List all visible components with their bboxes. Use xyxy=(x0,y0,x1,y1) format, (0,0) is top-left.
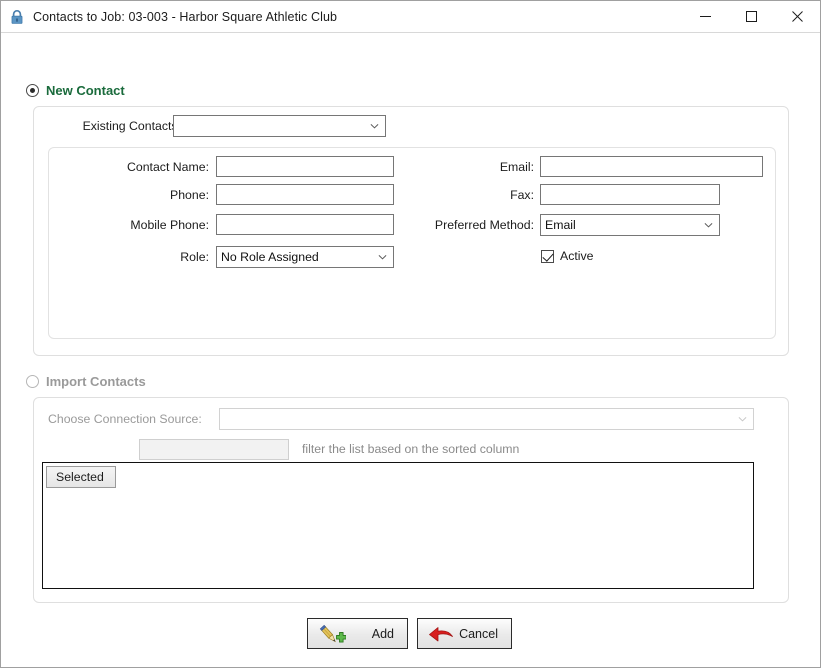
pen-add-icon xyxy=(316,623,347,645)
chevron-down-icon xyxy=(378,255,387,260)
cancel-button-label: Cancel xyxy=(459,626,498,641)
mobile-phone-input[interactable] xyxy=(216,214,394,235)
role-label: Role: xyxy=(180,250,209,264)
chevron-down-icon xyxy=(370,124,379,129)
filter-input[interactable] xyxy=(139,439,289,460)
role-value: No Role Assigned xyxy=(221,250,319,264)
chevron-down-icon xyxy=(738,417,747,422)
fax-input[interactable] xyxy=(540,184,720,205)
role-combo[interactable]: No Role Assigned xyxy=(216,246,394,268)
new-contact-group: Existing Contacts: Contact Name: Phone: … xyxy=(33,106,789,356)
title-divider xyxy=(1,32,820,33)
contacts-grid[interactable]: Selected xyxy=(42,462,754,589)
preferred-method-label: Preferred Method: xyxy=(434,218,534,232)
fax-label: Fax: xyxy=(510,188,534,202)
window-title: Contacts to Job: 03-003 - Harbor Square … xyxy=(33,9,338,24)
phone-input[interactable] xyxy=(216,184,394,205)
grid-column-header-selected[interactable]: Selected xyxy=(46,466,116,488)
lock-icon xyxy=(9,9,25,25)
maximize-button[interactable] xyxy=(728,1,774,32)
preferred-method-combo[interactable]: Email xyxy=(540,214,720,236)
contact-name-input[interactable] xyxy=(216,156,394,177)
plus-badge xyxy=(336,631,347,643)
new-contact-radio-row[interactable]: New Contact xyxy=(26,83,125,98)
import-contacts-group: Choose Connection Source: filter the lis… xyxy=(33,397,789,603)
contacts-to-job-dialog: Contacts to Job: 03-003 - Harbor Square … xyxy=(0,0,821,668)
existing-contacts-combo[interactable] xyxy=(173,115,386,137)
import-contacts-radio[interactable] xyxy=(26,375,39,388)
phone-label: Phone: xyxy=(170,188,209,202)
connection-source-label: Choose Connection Source: xyxy=(48,412,202,426)
import-contacts-radio-row[interactable]: Import Contacts xyxy=(26,374,146,389)
mobile-phone-label: Mobile Phone: xyxy=(130,218,209,232)
window-controls xyxy=(682,1,820,32)
active-checkbox-row[interactable]: Active xyxy=(541,249,594,263)
active-label: Active xyxy=(560,249,594,263)
connection-source-combo[interactable] xyxy=(219,408,754,430)
add-button[interactable]: Add xyxy=(307,618,408,649)
import-contacts-label: Import Contacts xyxy=(46,374,146,389)
title-bar: Contacts to Job: 03-003 - Harbor Square … xyxy=(1,1,820,32)
contact-name-label: Contact Name: xyxy=(126,160,209,174)
existing-contacts-label: Existing Contacts: xyxy=(82,119,181,133)
add-button-label: Add xyxy=(371,626,394,641)
active-checkbox[interactable] xyxy=(541,249,554,263)
filter-hint: filter the list based on the sorted colu… xyxy=(302,442,520,456)
close-button[interactable] xyxy=(774,1,820,32)
red-arrow-icon xyxy=(426,623,456,645)
email-label: Email: xyxy=(499,160,534,174)
chevron-down-icon xyxy=(704,223,713,228)
minimize-button[interactable] xyxy=(682,1,728,32)
preferred-method-value: Email xyxy=(545,218,576,232)
email-input[interactable] xyxy=(540,156,763,177)
new-contact-label: New Contact xyxy=(46,83,125,98)
contact-fields-group: Contact Name: Phone: Mobile Phone: Role:… xyxy=(48,147,776,339)
new-contact-radio[interactable] xyxy=(26,84,39,97)
cancel-button[interactable]: Cancel xyxy=(417,618,512,649)
